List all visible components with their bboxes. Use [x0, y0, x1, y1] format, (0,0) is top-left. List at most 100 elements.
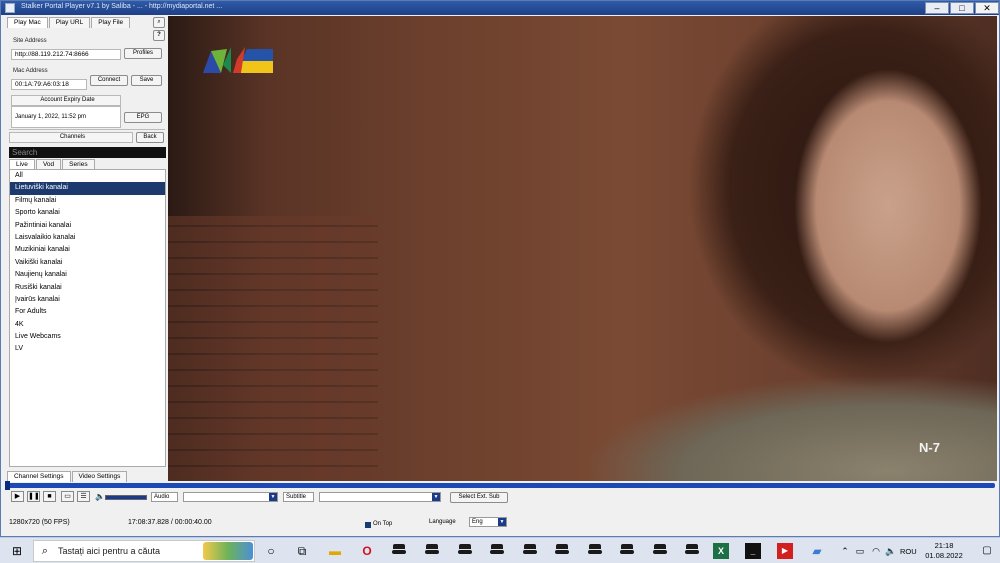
subtitle-label: Subtitle	[283, 492, 314, 502]
close-button[interactable]: ✕	[975, 2, 999, 14]
tab-play-file[interactable]: Play File	[91, 17, 131, 28]
minimize-button[interactable]: –	[925, 2, 949, 14]
category-item[interactable]: Laisvalaikio kanalai	[10, 232, 165, 244]
category-item[interactable]: Sporto kanalai	[10, 207, 165, 219]
incognito-app-icon[interactable]	[653, 544, 667, 558]
select-ext-sub-button[interactable]: Select Ext. Sub	[450, 492, 508, 503]
maximize-button[interactable]: □	[950, 2, 974, 14]
taskbar: ⊞ Tastați aici pentru a căuta ⌕ ○ ⧉ ▬ O …	[0, 537, 1000, 563]
back-button[interactable]: Back	[136, 132, 164, 143]
category-item[interactable]: Muzikiniai kanalai	[10, 244, 165, 256]
time-readout: 17:08:37.828 / 00:00:40.00	[128, 519, 212, 526]
on-top-checkbox[interactable]	[365, 522, 371, 528]
network-icon[interactable]: ◠	[868, 543, 884, 559]
category-item[interactable]: Įvairūs kanalai	[10, 294, 165, 306]
channels-header: Channels	[9, 132, 133, 143]
chevron-down-icon: ▼	[498, 518, 506, 526]
mac-address-field[interactable]: 00:1A:79:A6:03:18	[11, 79, 87, 90]
save-button[interactable]: Save	[131, 75, 162, 86]
category-item[interactable]: LV	[10, 343, 165, 355]
incognito-app-icon[interactable]	[392, 544, 406, 558]
speaker-icon[interactable]: 🔈	[95, 492, 105, 501]
language-indicator[interactable]: ROU	[900, 547, 917, 556]
language-label: Language	[429, 519, 456, 525]
play-button[interactable]: ▶	[11, 491, 24, 502]
task-view-icon[interactable]: ⧉	[294, 543, 310, 559]
app-icon[interactable]: ▰	[809, 543, 825, 559]
title-bar[interactable]: Stalker Portal Player v7.1 by Saliba - .…	[1, 1, 999, 15]
player-window: Stalker Portal Player v7.1 by Saliba - .…	[0, 0, 1000, 537]
incognito-app-icon[interactable]	[588, 544, 602, 558]
category-item[interactable]: Rusiški kanalai	[10, 282, 165, 294]
channel-logo	[203, 47, 273, 73]
clock-time: 21:18	[934, 541, 954, 550]
category-item[interactable]: Pažintiniai kanalai	[10, 220, 165, 232]
category-item[interactable]: Vaikiški kanalai	[10, 257, 165, 269]
audio-label: Audio	[151, 492, 178, 502]
portal-label: Site Address	[13, 38, 47, 44]
pause-button[interactable]: ❚❚	[27, 491, 40, 502]
expiry-label: Account Expiry Date	[11, 95, 121, 106]
category-item[interactable]: All	[10, 170, 165, 182]
volume-slider[interactable]	[105, 495, 147, 500]
connect-button[interactable]: Connect	[90, 75, 128, 86]
playback-controls: ▶ ❚❚ ■ ▭ ☰ 🔈 Audio ▼ Subtitle ▼ Select E…	[1, 488, 999, 505]
channel-watermark: N-7	[919, 440, 940, 455]
audio-dropdown[interactable]: ▼	[183, 492, 278, 502]
search-icon[interactable]: ⌕	[153, 17, 165, 28]
on-top-label: On Top	[373, 521, 393, 527]
notification-icon[interactable]: ▢	[979, 543, 995, 559]
search-icon: ⌕	[41, 545, 49, 557]
screen-icon[interactable]: ▭	[61, 491, 74, 502]
category-item[interactable]: Lietuviški kanalai	[10, 182, 165, 195]
media-player-icon[interactable]: ▶	[777, 543, 793, 559]
incognito-app-icon[interactable]	[523, 544, 537, 558]
file-explorer-icon[interactable]: ▬	[327, 543, 343, 559]
stop-button[interactable]: ■	[43, 491, 56, 502]
incognito-app-icon[interactable]	[425, 544, 439, 558]
profiles-button[interactable]: Profiles	[124, 48, 162, 59]
cortana-icon[interactable]: ○	[263, 543, 279, 559]
opera-icon[interactable]: O	[359, 543, 375, 559]
search-input[interactable]: Search	[9, 147, 166, 158]
tab-channel-settings[interactable]: Channel Settings	[7, 471, 71, 482]
terminal-icon[interactable]: _	[745, 543, 761, 559]
language-dropdown[interactable]: Eng ▼	[469, 517, 507, 527]
tab-play-mac[interactable]: Play Mac	[7, 17, 48, 28]
epg-button[interactable]: EPG	[124, 112, 162, 123]
excel-icon[interactable]: X	[713, 543, 729, 559]
incognito-app-icon[interactable]	[685, 544, 699, 558]
chevron-up-icon[interactable]: ⌃	[837, 543, 853, 559]
windows-start-icon[interactable]: ⊞	[9, 543, 25, 559]
expiry-value: January 1, 2022, 11:52 pm	[11, 106, 121, 128]
category-item[interactable]: Naujienų kanalai	[10, 269, 165, 281]
portal-url-field[interactable]: http://88.119.212.74:8666	[11, 49, 121, 60]
category-item[interactable]: Live Webcams	[10, 331, 165, 343]
mode-tabs: Play Mac Play URL Play File	[7, 17, 131, 28]
incognito-app-icon[interactable]	[620, 544, 634, 558]
volume-icon[interactable]: 🔈	[883, 543, 899, 559]
category-item[interactable]: 4K	[10, 319, 165, 331]
category-item[interactable]: For Adults	[10, 306, 165, 318]
app-icon	[5, 3, 15, 13]
tab-play-url[interactable]: Play URL	[48, 17, 91, 28]
mac-label: Mac Address	[13, 68, 48, 74]
tab-video-settings[interactable]: Video Settings	[71, 471, 128, 482]
taskbar-clock[interactable]: 21:18 01.08.2022	[918, 541, 970, 561]
video-area[interactable]: N-7	[168, 16, 997, 481]
language-value: Eng	[472, 519, 483, 525]
settings-tabs: Channel Settings Video Settings	[7, 471, 128, 482]
playlist-icon[interactable]: ☰	[77, 491, 90, 502]
incognito-app-icon[interactable]	[490, 544, 504, 558]
search-highlight-image[interactable]	[203, 542, 253, 560]
clock-date: 01.08.2022	[925, 551, 963, 560]
incognito-app-icon[interactable]	[555, 544, 569, 558]
incognito-app-icon[interactable]	[458, 544, 472, 558]
chevron-down-icon: ▼	[269, 493, 277, 501]
window-title: Stalker Portal Player v7.1 by Saliba - .…	[21, 3, 223, 10]
category-item[interactable]: Filmų kanalai	[10, 195, 165, 207]
subtitle-dropdown[interactable]: ▼	[319, 492, 441, 502]
battery-icon[interactable]: ▭	[852, 543, 868, 559]
help-button[interactable]: ?	[153, 30, 165, 41]
category-list[interactable]: All Lietuviški kanalai Filmų kanalai Sporto…	[9, 169, 166, 467]
